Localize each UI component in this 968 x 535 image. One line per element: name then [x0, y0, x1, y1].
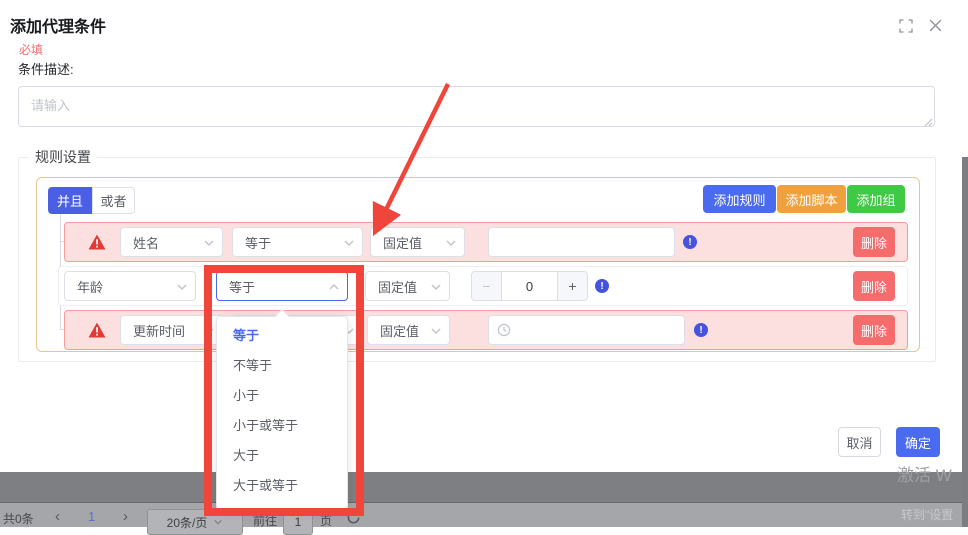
chevron-down-icon [430, 325, 442, 337]
warning-triangle-icon [88, 322, 106, 338]
pagination-total: 共0条 [3, 510, 34, 527]
value-type-value: 固定值 [380, 321, 419, 340]
pagination-current-page[interactable]: 1 [88, 509, 95, 524]
time-input-row3[interactable] [488, 315, 685, 345]
field-select-value: 更新时间 [133, 321, 185, 340]
resize-handle-icon[interactable] [924, 118, 933, 127]
fullscreen-icon[interactable] [899, 19, 913, 33]
value-type-value: 固定值 [378, 277, 417, 296]
dropdown-option-less-or-equal[interactable]: 小于或等于 [217, 411, 347, 441]
operator-select-row2-open[interactable]: 等于 [216, 271, 348, 301]
field-select-row1[interactable]: 姓名 [120, 227, 223, 257]
add-agent-condition-dialog: 添加代理条件 必填 条件描述: 规则设置 并且 或者 添加规则 添加脚本 添加组… [0, 0, 968, 472]
value-type-select-row3[interactable]: 固定值 [367, 315, 450, 345]
rules-legend: 规则设置 [29, 147, 97, 167]
prev-page-icon[interactable]: ‹ [55, 508, 60, 525]
required-badge: 必填 [19, 41, 43, 58]
dropdown-option-equal[interactable]: 等于 [217, 321, 347, 351]
operator-select-row1[interactable]: 等于 [232, 227, 363, 257]
info-icon: ! [595, 279, 609, 293]
goto-page-input[interactable]: 1 [283, 509, 313, 535]
page-unit-label: 页 [320, 512, 332, 529]
warning-triangle-icon [88, 234, 106, 250]
chevron-down-icon [343, 237, 355, 249]
plus-icon[interactable]: + [557, 272, 587, 300]
description-textarea[interactable] [18, 86, 935, 127]
add-rule-button[interactable]: 添加规则 [703, 185, 776, 213]
logic-or-button[interactable]: 或者 [92, 187, 135, 214]
chevron-down-icon [213, 517, 223, 527]
field-select-value: 年龄 [77, 277, 103, 296]
delete-row3-button[interactable]: 删除 [853, 315, 895, 345]
value-type-select-row1[interactable]: 固定值 [370, 227, 465, 257]
cancel-button[interactable]: 取消 [838, 427, 881, 457]
close-icon[interactable] [928, 18, 943, 33]
stepper-value[interactable]: 0 [502, 272, 557, 300]
refresh-icon[interactable] [346, 510, 361, 525]
next-page-icon[interactable]: › [123, 508, 128, 525]
value-type-value: 固定值 [383, 233, 422, 252]
value-input-row1[interactable] [488, 227, 675, 257]
page-size-select[interactable]: 20条/页 [147, 509, 243, 535]
operator-select-value: 等于 [245, 233, 271, 252]
page-scrollbar[interactable] [962, 157, 968, 527]
page-size-value: 20条/页 [167, 514, 208, 531]
minus-icon[interactable]: − [472, 272, 502, 300]
dialog-title: 添加代理条件 [10, 13, 106, 37]
dropdown-option-less[interactable]: 小于 [217, 381, 347, 411]
chevron-down-icon [203, 237, 215, 249]
chevron-down-icon [445, 237, 457, 249]
page-backdrop-dark [0, 472, 968, 503]
confirm-button[interactable]: 确定 [896, 427, 940, 457]
delete-row2-button[interactable]: 删除 [853, 271, 895, 301]
description-label: 条件描述: [18, 59, 74, 78]
field-select-value: 姓名 [133, 233, 159, 252]
logic-and-button[interactable]: 并且 [48, 187, 92, 214]
chevron-up-icon [328, 281, 340, 293]
goto-label: 前往 [253, 512, 277, 529]
dropdown-option-not-equal[interactable]: 不等于 [217, 351, 347, 381]
dropdown-option-greater[interactable]: 大于 [217, 441, 347, 471]
page-backdrop-light [0, 503, 968, 527]
chevron-down-icon [203, 325, 215, 337]
dropdown-option-greater-or-equal[interactable]: 大于或等于 [217, 471, 347, 501]
chevron-down-icon [176, 281, 188, 293]
activate-watermark-line2: 转到"设置 [901, 506, 953, 523]
add-script-button[interactable]: 添加脚本 [777, 185, 846, 213]
clock-icon [497, 323, 511, 337]
operator-dropdown-panel: 等于 不等于 小于 小于或等于 大于 大于或等于 [216, 316, 348, 510]
delete-row1-button[interactable]: 删除 [853, 227, 895, 257]
value-type-select-row2[interactable]: 固定值 [365, 271, 450, 301]
operator-select-value: 等于 [229, 277, 255, 296]
info-icon: ! [683, 235, 697, 249]
info-icon: ! [694, 323, 708, 337]
field-select-row3[interactable]: 更新时间 [120, 315, 223, 345]
activate-watermark-line1: 激活 W [897, 461, 952, 486]
add-group-button[interactable]: 添加组 [847, 185, 905, 213]
chevron-down-icon [430, 281, 442, 293]
number-stepper-row2: − 0 + [471, 271, 588, 301]
field-select-row2[interactable]: 年龄 [64, 271, 196, 301]
